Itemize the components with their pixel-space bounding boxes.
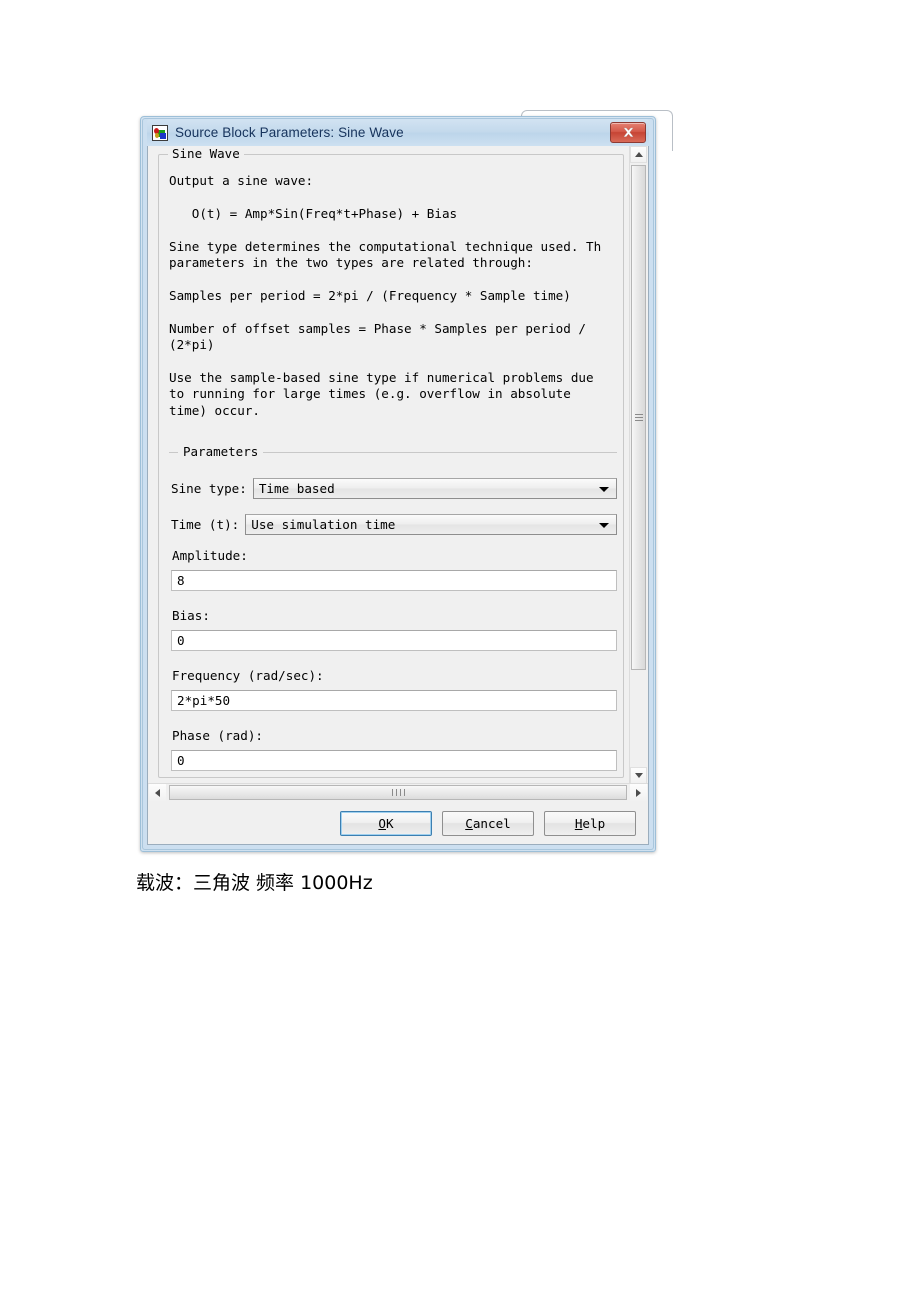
amplitude-input[interactable]: 8	[171, 570, 617, 591]
page-caption: 载波：三角波 频率 1000Hz	[136, 872, 373, 894]
phase-label: Phase (rad):	[172, 728, 263, 743]
help-button-label: Help	[574, 815, 606, 831]
chevron-down-icon	[599, 522, 609, 528]
simulink-block-icon	[152, 124, 168, 141]
phase-input[interactable]: 0	[171, 750, 617, 771]
parameters-group-title: Parameters	[178, 444, 264, 459]
scroll-right-arrow-icon	[636, 788, 641, 797]
scroll-up-arrow-icon	[634, 152, 643, 157]
sine-type-label: Sine type:	[171, 481, 247, 496]
cancel-button[interactable]: Cancel	[442, 810, 534, 836]
help-button[interactable]: Help	[544, 810, 636, 836]
group-box-title: Sine Wave	[168, 146, 244, 161]
sine-wave-group-box: Sine Wave Output a sine wave: O(t) = Amp…	[158, 146, 624, 778]
frequency-input[interactable]: 2*pi*50	[171, 690, 617, 711]
scroll-left-arrow-icon	[155, 788, 160, 797]
ok-button[interactable]: OK	[340, 810, 432, 836]
scroll-left-button[interactable]	[149, 784, 166, 801]
close-button[interactable]	[610, 122, 646, 143]
dialog-inner-frame: Source Block Parameters: Sine Wave Sine …	[142, 118, 654, 850]
time-value: Use simulation time	[251, 517, 396, 532]
sine-type-value: Time based	[258, 481, 335, 496]
parameters-scroll-region: Sine Wave Output a sine wave: O(t) = Amp…	[148, 146, 630, 784]
bias-label: Bias:	[172, 608, 210, 623]
sine-type-dropdown[interactable]: Time based	[252, 478, 617, 499]
cancel-button-label: Cancel	[465, 815, 511, 831]
horizontal-scrollbar[interactable]	[148, 783, 648, 802]
scroll-down-arrow-icon	[634, 773, 643, 778]
time-dropdown[interactable]: Use simulation time	[245, 514, 617, 535]
source-block-parameters-dialog: Source Block Parameters: Sine Wave Sine …	[140, 116, 656, 852]
horizontal-scrollbar-thumb[interactable]	[169, 785, 627, 800]
time-label: Time (t):	[171, 517, 240, 532]
ok-button-label: OK	[378, 815, 394, 831]
scrollbar-grip-icon	[634, 412, 643, 423]
close-icon	[623, 127, 633, 137]
sine-type-row: Sine type: Time based	[171, 478, 617, 499]
bias-input[interactable]: 0	[171, 630, 617, 651]
vertical-scrollbar-thumb[interactable]	[631, 165, 646, 670]
dialog-title: Source Block Parameters: Sine Wave	[175, 125, 404, 140]
dialog-client-area: Sine Wave Output a sine wave: O(t) = Amp…	[147, 146, 649, 845]
scroll-right-button[interactable]	[630, 784, 647, 801]
vertical-scrollbar[interactable]	[629, 146, 648, 784]
chevron-down-icon	[599, 486, 609, 492]
block-description-text: Output a sine wave: O(t) = Amp*Sin(Freq*…	[169, 173, 602, 418]
dialog-button-bar: OK Cancel Help	[148, 802, 648, 844]
time-row: Time (t): Use simulation time	[171, 514, 617, 535]
dialog-title-bar[interactable]: Source Block Parameters: Sine Wave	[147, 119, 649, 146]
amplitude-label: Amplitude:	[172, 548, 248, 563]
scrollbar-grip-icon	[390, 789, 406, 796]
frequency-label: Frequency (rad/sec):	[172, 668, 324, 683]
scroll-down-button[interactable]	[630, 767, 647, 784]
parameters-group-box: Parameters Sine type: Time based Time (t…	[169, 444, 617, 775]
scroll-up-button[interactable]	[630, 146, 647, 163]
